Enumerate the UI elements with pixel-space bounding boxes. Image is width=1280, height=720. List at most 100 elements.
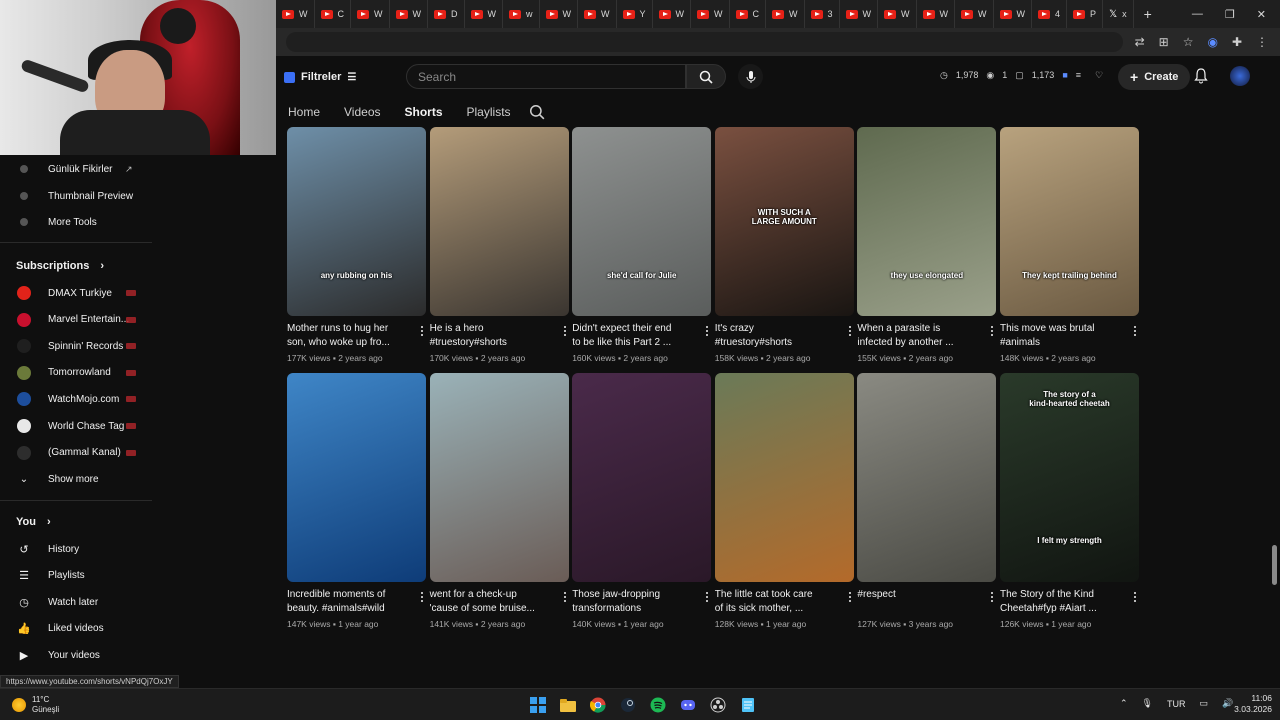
short-card[interactable]: any rubbing on his Mother runs to hug her… <box>287 127 426 376</box>
you-item[interactable]: ▶ Your videos <box>0 643 152 667</box>
browser-tab[interactable]: W <box>653 0 692 28</box>
short-title[interactable]: The little cat took care of its sick moth… <box>715 588 833 616</box>
subscription-item[interactable]: Marvel Entertain... <box>0 308 152 332</box>
browser-tab[interactable]: W <box>766 0 805 28</box>
page-scrollbar[interactable] <box>1270 127 1278 675</box>
browser-tab[interactable]: W <box>540 0 578 28</box>
translate-icon[interactable]: ⇄ <box>1135 35 1145 49</box>
close-icon[interactable]: ✕ <box>1257 8 1266 21</box>
browser-tab[interactable]: W <box>691 0 730 28</box>
more-options-icon[interactable] <box>846 324 854 338</box>
account-avatar[interactable] <box>1230 66 1250 86</box>
short-card[interactable]: she'd call for Julie Didn't expect their … <box>572 127 712 376</box>
you-item[interactable]: ↺ History <box>0 537 152 561</box>
subscription-item[interactable]: Spinnin' Records <box>0 334 152 358</box>
filter-button[interactable]: Filtreler ☰ <box>284 71 356 83</box>
minimize-icon[interactable]: — <box>1192 8 1203 21</box>
voice-search-button[interactable] <box>738 64 763 89</box>
obs-icon[interactable] <box>708 695 728 715</box>
short-thumbnail[interactable] <box>287 373 426 582</box>
browser-tab[interactable]: 4 <box>1032 0 1068 28</box>
microphone-tray-icon[interactable]: 🎙 <box>1142 698 1153 709</box>
scrollbar-thumb[interactable] <box>1272 545 1277 585</box>
create-button[interactable]: + Create <box>1118 64 1191 90</box>
subscriptions-heading[interactable]: Subscriptions › <box>16 260 104 272</box>
short-title[interactable]: Didn't expect their end to be like this P… <box>572 322 690 350</box>
short-thumbnail[interactable] <box>429 127 569 316</box>
search-button[interactable] <box>686 64 726 89</box>
browser-tab[interactable]: w <box>503 0 540 28</box>
short-card[interactable]: they use elongated When a parasite is infe… <box>857 127 997 376</box>
browser-tab[interactable]: W <box>878 0 917 28</box>
ext-logo-icon[interactable]: ■ <box>1062 70 1067 81</box>
short-thumbnail[interactable]: any rubbing on his <box>287 127 426 316</box>
browser-tab[interactable]: W <box>917 0 956 28</box>
install-icon[interactable]: ⊞ <box>1159 35 1169 49</box>
sidebar-item-thumbnail-preview[interactable]: Thumbnail Preview <box>0 184 152 208</box>
browser-tab[interactable]: W <box>955 0 994 28</box>
more-options-icon[interactable] <box>561 590 569 604</box>
browser-tab[interactable]: 3 <box>805 0 840 28</box>
subscription-item[interactable]: (Gammal Kanal) <box>0 441 152 465</box>
spotify-icon[interactable] <box>648 695 668 715</box>
short-thumbnail[interactable] <box>572 373 712 582</box>
steam-icon[interactable] <box>618 695 638 715</box>
short-thumbnail[interactable] <box>714 373 854 582</box>
windows-start-icon[interactable] <box>528 695 548 715</box>
extension-icon[interactable]: ◉ <box>1207 35 1217 49</box>
browser-tab[interactable]: P <box>1067 0 1104 28</box>
short-card[interactable]: #respect 127K views ▪ 3 years ago <box>857 373 997 642</box>
short-thumbnail[interactable]: she'd call for Julie <box>572 127 712 316</box>
address-bar[interactable] <box>286 32 1123 52</box>
you-heading[interactable]: You › <box>16 516 51 528</box>
more-options-icon[interactable] <box>418 590 426 604</box>
short-thumbnail[interactable]: WITH SUCH A LARGE AMOUNT <box>714 127 854 316</box>
subscription-item[interactable]: World Chase Tag <box>0 414 152 438</box>
short-card[interactable]: Those jaw-dropping transformations 140K vi… <box>572 373 712 642</box>
more-options-icon[interactable] <box>1131 324 1139 338</box>
subscription-item[interactable]: WatchMojo.com <box>0 387 152 411</box>
restore-icon[interactable]: ❐ <box>1225 8 1235 21</box>
more-options-icon[interactable] <box>1131 590 1139 604</box>
browser-tab[interactable]: W <box>465 0 503 28</box>
short-thumbnail[interactable] <box>857 373 997 582</box>
tab-videos[interactable]: Videos <box>332 98 392 126</box>
short-card[interactable]: Incredible moments of beauty. #animals#wi… <box>287 373 426 642</box>
more-options-icon[interactable] <box>988 324 996 338</box>
notepad-icon[interactable] <box>738 695 758 715</box>
language-indicator[interactable]: TUR <box>1167 699 1186 709</box>
search-input[interactable]: Search <box>406 64 686 89</box>
list-icon[interactable]: ≡ <box>1076 70 1081 81</box>
short-thumbnail[interactable]: They kept trailing behind <box>1000 127 1139 316</box>
menu-icon[interactable]: ⋮ <box>1256 35 1268 49</box>
short-title[interactable]: When a parasite is infected by another ..… <box>857 322 975 350</box>
you-item[interactable]: ☰ Playlists <box>0 564 152 588</box>
tab-shorts[interactable]: Shorts <box>393 98 455 126</box>
tab-home[interactable]: Home <box>276 98 332 126</box>
browser-tab[interactable]: W <box>994 0 1033 28</box>
show-more-button[interactable]: ⌄ Show more <box>0 467 152 491</box>
more-options-icon[interactable] <box>703 324 711 338</box>
sidebar-item-more-tools[interactable]: More Tools <box>0 210 152 234</box>
discord-icon[interactable] <box>678 695 698 715</box>
browser-tab[interactable]: W <box>351 0 390 28</box>
short-title[interactable]: It's crazy #truestory#shorts <box>715 322 833 350</box>
chrome-icon[interactable] <box>588 695 608 715</box>
file-explorer-icon[interactable] <box>558 695 578 715</box>
short-title[interactable]: went for a check-up 'cause of some bruise… <box>430 588 548 616</box>
short-card[interactable]: He is a hero #truestory#shorts 170K views … <box>429 127 569 376</box>
subscription-item[interactable]: Tomorrowland <box>0 361 152 385</box>
short-card[interactable]: They kept trailing behind This move was b… <box>1000 127 1139 376</box>
browser-tab[interactable]: D <box>428 0 465 28</box>
bulb-icon[interactable]: ♡ <box>1095 70 1103 81</box>
puzzle-icon[interactable]: ✚ <box>1232 35 1242 49</box>
short-card[interactable]: The story of a kind-hearted cheetah I felt… <box>1000 373 1139 642</box>
browser-tab[interactable]: C <box>315 0 351 28</box>
channel-search-icon[interactable] <box>529 104 545 120</box>
tray-chevron-up-icon[interactable]: ⌃ <box>1120 698 1128 709</box>
more-options-icon[interactable] <box>703 590 711 604</box>
short-card[interactable]: went for a check-up 'cause of some bruise… <box>429 373 569 642</box>
browser-tab[interactable]: W <box>578 0 617 28</box>
short-card[interactable]: WITH SUCH A LARGE AMOUNT It's crazy #truest… <box>714 127 854 376</box>
taskbar-clock[interactable]: 11:06 3.03.2026 <box>1224 693 1272 715</box>
